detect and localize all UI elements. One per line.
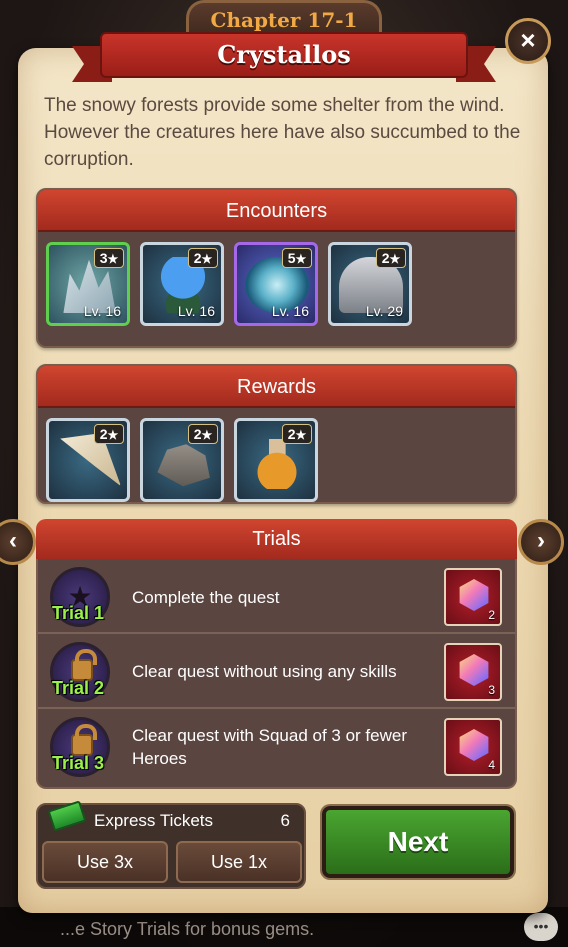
reward-slot[interactable]: 2★ bbox=[46, 418, 130, 502]
encounters-section: Encounters 3★ Lv. 16 2★ Lv. 16 5★ Lv. 16… bbox=[36, 188, 517, 348]
encounter-slot[interactable]: 2★ Lv. 29 bbox=[328, 242, 412, 326]
trial-description: Clear quest without using any skills bbox=[132, 662, 397, 681]
quest-title: Crystallos bbox=[100, 32, 468, 78]
trial-row: Trial 3 Clear quest with Squad of 3 or f… bbox=[38, 709, 515, 784]
gem-count: 3 bbox=[488, 683, 495, 697]
gem-count: 4 bbox=[488, 758, 495, 772]
trial-description: Clear quest with Squad of 3 or fewer Her… bbox=[132, 726, 407, 768]
trial-label: Trial 1 bbox=[51, 603, 105, 623]
close-button[interactable]: × bbox=[505, 18, 551, 64]
gem-reward[interactable]: 4 bbox=[444, 718, 502, 776]
star-rating: 2★ bbox=[188, 248, 218, 268]
use-1x-button[interactable]: Use 1x bbox=[176, 841, 302, 883]
trial-row: ★ Trial 1 Complete the quest 2 bbox=[38, 559, 515, 634]
gem-icon bbox=[459, 579, 489, 611]
rewards-header: Rewards bbox=[38, 366, 515, 408]
use-3x-button[interactable]: Use 3x bbox=[42, 841, 168, 883]
gem-reward[interactable]: 2 bbox=[444, 568, 502, 626]
ticket-icon bbox=[47, 800, 87, 832]
quest-description: The snowy forests provide some shelter f… bbox=[44, 95, 521, 170]
encounter-slot[interactable]: 2★ Lv. 16 bbox=[140, 242, 224, 326]
star-rating: 2★ bbox=[376, 248, 406, 268]
star-rating: 3★ bbox=[94, 248, 124, 268]
encounter-slot[interactable]: 3★ Lv. 16 bbox=[46, 242, 130, 326]
trial-row: Trial 2 Clear quest without using any sk… bbox=[38, 634, 515, 709]
star-rating: 2★ bbox=[188, 424, 218, 444]
gem-count: 2 bbox=[488, 608, 495, 622]
rewards-section: Rewards 2★ 2★ 2★ bbox=[36, 364, 517, 504]
express-tickets-label: Express Tickets bbox=[94, 811, 214, 830]
trials-header: Trials bbox=[36, 519, 517, 559]
star-rating: 2★ bbox=[94, 424, 124, 444]
trials-list: ★ Trial 1 Complete the quest 2 Trial 2 C… bbox=[36, 559, 517, 789]
level-label: Lv. 16 bbox=[271, 303, 309, 319]
gem-reward[interactable]: 3 bbox=[444, 643, 502, 701]
gem-icon bbox=[459, 729, 489, 761]
chat-icon[interactable]: ••• bbox=[524, 913, 558, 941]
express-tickets-panel: Express Tickets 6 Use 3x Use 1x bbox=[36, 800, 306, 889]
trial-label: Trial 3 bbox=[51, 753, 105, 773]
gem-icon bbox=[459, 654, 489, 686]
next-button[interactable]: Next bbox=[322, 806, 514, 878]
star-rating: 5★ bbox=[282, 248, 312, 268]
level-label: Lv. 29 bbox=[365, 303, 403, 319]
trial-label: Trial 2 bbox=[51, 678, 105, 698]
star-rating: 2★ bbox=[282, 424, 312, 444]
encounter-slot[interactable]: 5★ Lv. 16 bbox=[234, 242, 318, 326]
express-tickets-count: 6 bbox=[280, 811, 290, 830]
level-label: Lv. 16 bbox=[177, 303, 215, 319]
trial-description: Complete the quest bbox=[132, 588, 280, 607]
reward-slot[interactable]: 2★ bbox=[234, 418, 318, 502]
bottom-hint-text: ...e Story Trials for bonus gems. bbox=[0, 907, 568, 947]
level-label: Lv. 16 bbox=[83, 303, 121, 319]
reward-slot[interactable]: 2★ bbox=[140, 418, 224, 502]
encounters-header: Encounters bbox=[38, 190, 515, 232]
next-quest-arrow-button[interactable]: › bbox=[518, 519, 564, 565]
